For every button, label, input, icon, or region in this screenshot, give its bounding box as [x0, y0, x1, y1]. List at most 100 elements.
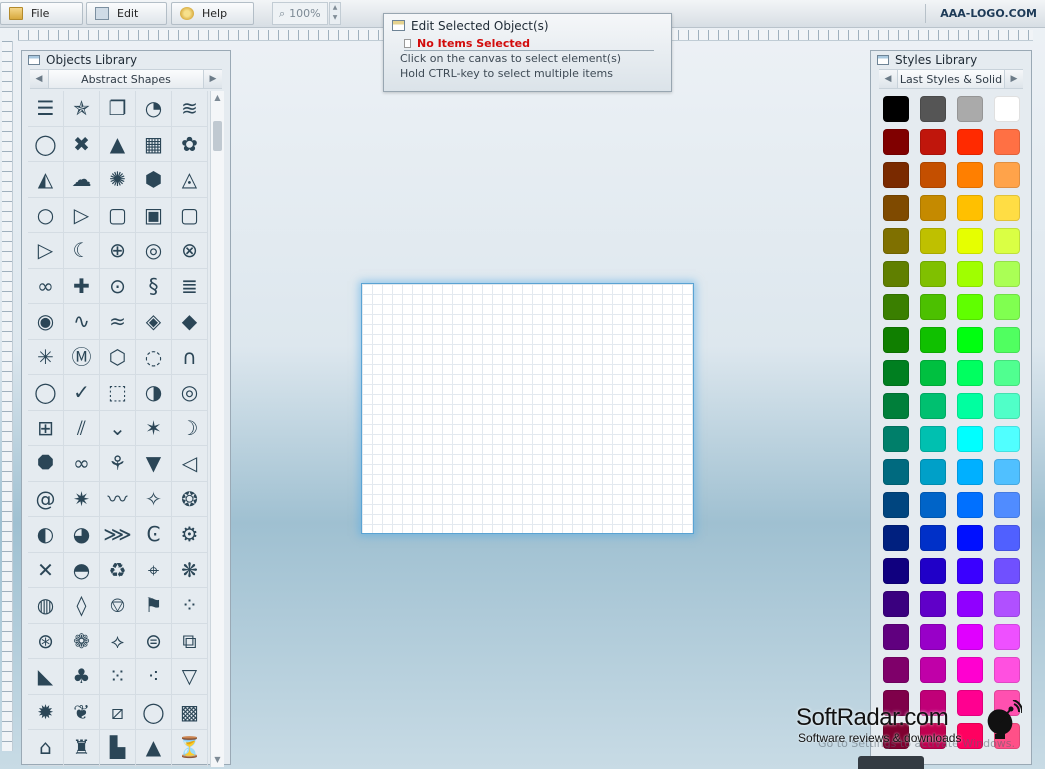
stripes-icon[interactable]: ⫽: [64, 410, 100, 446]
style-category-label[interactable]: Last Styles & Solid: [897, 70, 1005, 88]
misc-b-icon[interactable]: ▬: [64, 765, 100, 767]
gear-flower-icon[interactable]: ❁: [64, 623, 100, 659]
color-swatch[interactable]: [920, 426, 946, 452]
color-swatch[interactable]: [994, 657, 1020, 683]
color-swatch[interactable]: [883, 228, 909, 254]
triangle-down-icon[interactable]: ▽: [172, 659, 208, 695]
taskbar-button[interactable]: [858, 756, 924, 769]
color-swatch[interactable]: [994, 426, 1020, 452]
color-swatch[interactable]: [957, 360, 983, 386]
color-swatch[interactable]: [957, 327, 983, 353]
house-icon[interactable]: ⌂: [28, 730, 64, 766]
color-swatch[interactable]: [957, 591, 983, 617]
spiral-ring-icon[interactable]: ◐: [28, 517, 64, 553]
misc-d-icon[interactable]: ▬: [136, 765, 172, 767]
color-swatch[interactable]: [883, 360, 909, 386]
color-swatch[interactable]: [883, 558, 909, 584]
color-swatch[interactable]: [957, 393, 983, 419]
aperture-icon[interactable]: ⎊: [100, 588, 136, 624]
wheel-icon[interactable]: ❋: [172, 552, 208, 588]
color-swatch[interactable]: [920, 162, 946, 188]
scroll-up-icon[interactable]: ▲: [211, 91, 224, 105]
wave-icon[interactable]: 〰: [100, 481, 136, 517]
s-shape-icon[interactable]: §: [136, 268, 172, 304]
design-canvas[interactable]: [361, 283, 694, 534]
color-swatch[interactable]: [920, 360, 946, 386]
color-swatch[interactable]: [883, 591, 909, 617]
pyramid-icon[interactable]: ▲: [100, 126, 136, 162]
link-icon[interactable]: ∞: [28, 268, 64, 304]
color-swatch[interactable]: [883, 393, 909, 419]
triskelion-icon[interactable]: ⚙: [172, 517, 208, 553]
maze-icon[interactable]: ▦: [136, 126, 172, 162]
color-swatch[interactable]: [883, 624, 909, 650]
color-swatch[interactable]: [994, 294, 1020, 320]
color-swatch[interactable]: [883, 459, 909, 485]
globe-icon[interactable]: ⊜: [136, 623, 172, 659]
color-swatch[interactable]: [994, 195, 1020, 221]
color-swatch[interactable]: [994, 261, 1020, 287]
sparkle-icon[interactable]: ✶: [136, 410, 172, 446]
color-swatch[interactable]: [957, 426, 983, 452]
target-icon[interactable]: ⊕: [100, 233, 136, 269]
scroll-down-icon[interactable]: ▼: [211, 753, 224, 767]
x-icon[interactable]: ✖: [64, 126, 100, 162]
color-swatch[interactable]: [994, 96, 1020, 122]
color-swatch[interactable]: [920, 459, 946, 485]
edit-menu-button[interactable]: Edit: [86, 2, 167, 25]
color-swatch[interactable]: [883, 327, 909, 353]
color-swatch[interactable]: [994, 228, 1020, 254]
color-swatch[interactable]: [883, 195, 909, 221]
cube-icon[interactable]: ⬢: [136, 162, 172, 198]
misc-e-icon[interactable]: ▬: [172, 765, 208, 767]
bars-icon[interactable]: ☰: [28, 91, 64, 127]
sight-icon[interactable]: ⊙: [100, 268, 136, 304]
color-swatch[interactable]: [957, 558, 983, 584]
vase-icon[interactable]: ⏳: [172, 730, 208, 766]
tower-icon[interactable]: ♜: [64, 730, 100, 766]
color-swatch[interactable]: [920, 624, 946, 650]
color-swatch[interactable]: [883, 657, 909, 683]
play-icon[interactable]: ▷: [28, 233, 64, 269]
color-swatch[interactable]: [920, 327, 946, 353]
cross-x-icon[interactable]: ✕: [28, 552, 64, 588]
dots-icon[interactable]: ⁘: [172, 588, 208, 624]
triangle-ring-icon[interactable]: ◭: [28, 162, 64, 198]
open-circle-icon[interactable]: ◯: [28, 375, 64, 411]
crosshair-square-icon[interactable]: ⊞: [28, 410, 64, 446]
color-swatch[interactable]: [957, 492, 983, 518]
color-swatch[interactable]: [957, 459, 983, 485]
cloud-icon[interactable]: ☁: [64, 162, 100, 198]
color-swatch[interactable]: [920, 261, 946, 287]
color-swatch[interactable]: [920, 591, 946, 617]
c-spiral-icon[interactable]: Ͼ: [136, 517, 172, 553]
arch-icon[interactable]: ∩: [172, 339, 208, 375]
checker-icon[interactable]: ▩: [172, 694, 208, 730]
zoom-field[interactable]: ⌕ 100%: [272, 2, 328, 25]
eye-icon[interactable]: ◉: [28, 304, 64, 340]
color-swatch[interactable]: [994, 492, 1020, 518]
color-swatch[interactable]: [957, 162, 983, 188]
wave-pulse-icon[interactable]: ∿: [64, 304, 100, 340]
misc-c-icon[interactable]: ▬: [100, 765, 136, 767]
star-icon[interactable]: ✯: [64, 91, 100, 127]
wave-box-icon[interactable]: ≈: [100, 304, 136, 340]
moon-icon[interactable]: ☽: [172, 410, 208, 446]
color-swatch[interactable]: [957, 525, 983, 551]
color-swatch[interactable]: [920, 525, 946, 551]
color-swatch[interactable]: [957, 195, 983, 221]
drive-icon[interactable]: ◬: [172, 162, 208, 198]
flower-icon[interactable]: ✿: [172, 126, 208, 162]
stack-icon[interactable]: ≋: [172, 91, 208, 127]
superman-icon[interactable]: ◊: [64, 588, 100, 624]
color-swatch[interactable]: [920, 393, 946, 419]
puzzle-icon[interactable]: ✚: [64, 268, 100, 304]
tri-arrow-icon[interactable]: ◁: [172, 446, 208, 482]
color-swatch[interactable]: [994, 162, 1020, 188]
style-category-next-button[interactable]: ▶: [1005, 70, 1023, 88]
slash-square-icon[interactable]: ⧄: [100, 694, 136, 730]
color-swatch[interactable]: [883, 294, 909, 320]
color-swatch[interactable]: [883, 162, 909, 188]
hex-s-icon[interactable]: ⬡: [100, 339, 136, 375]
color-swatch[interactable]: [994, 360, 1020, 386]
